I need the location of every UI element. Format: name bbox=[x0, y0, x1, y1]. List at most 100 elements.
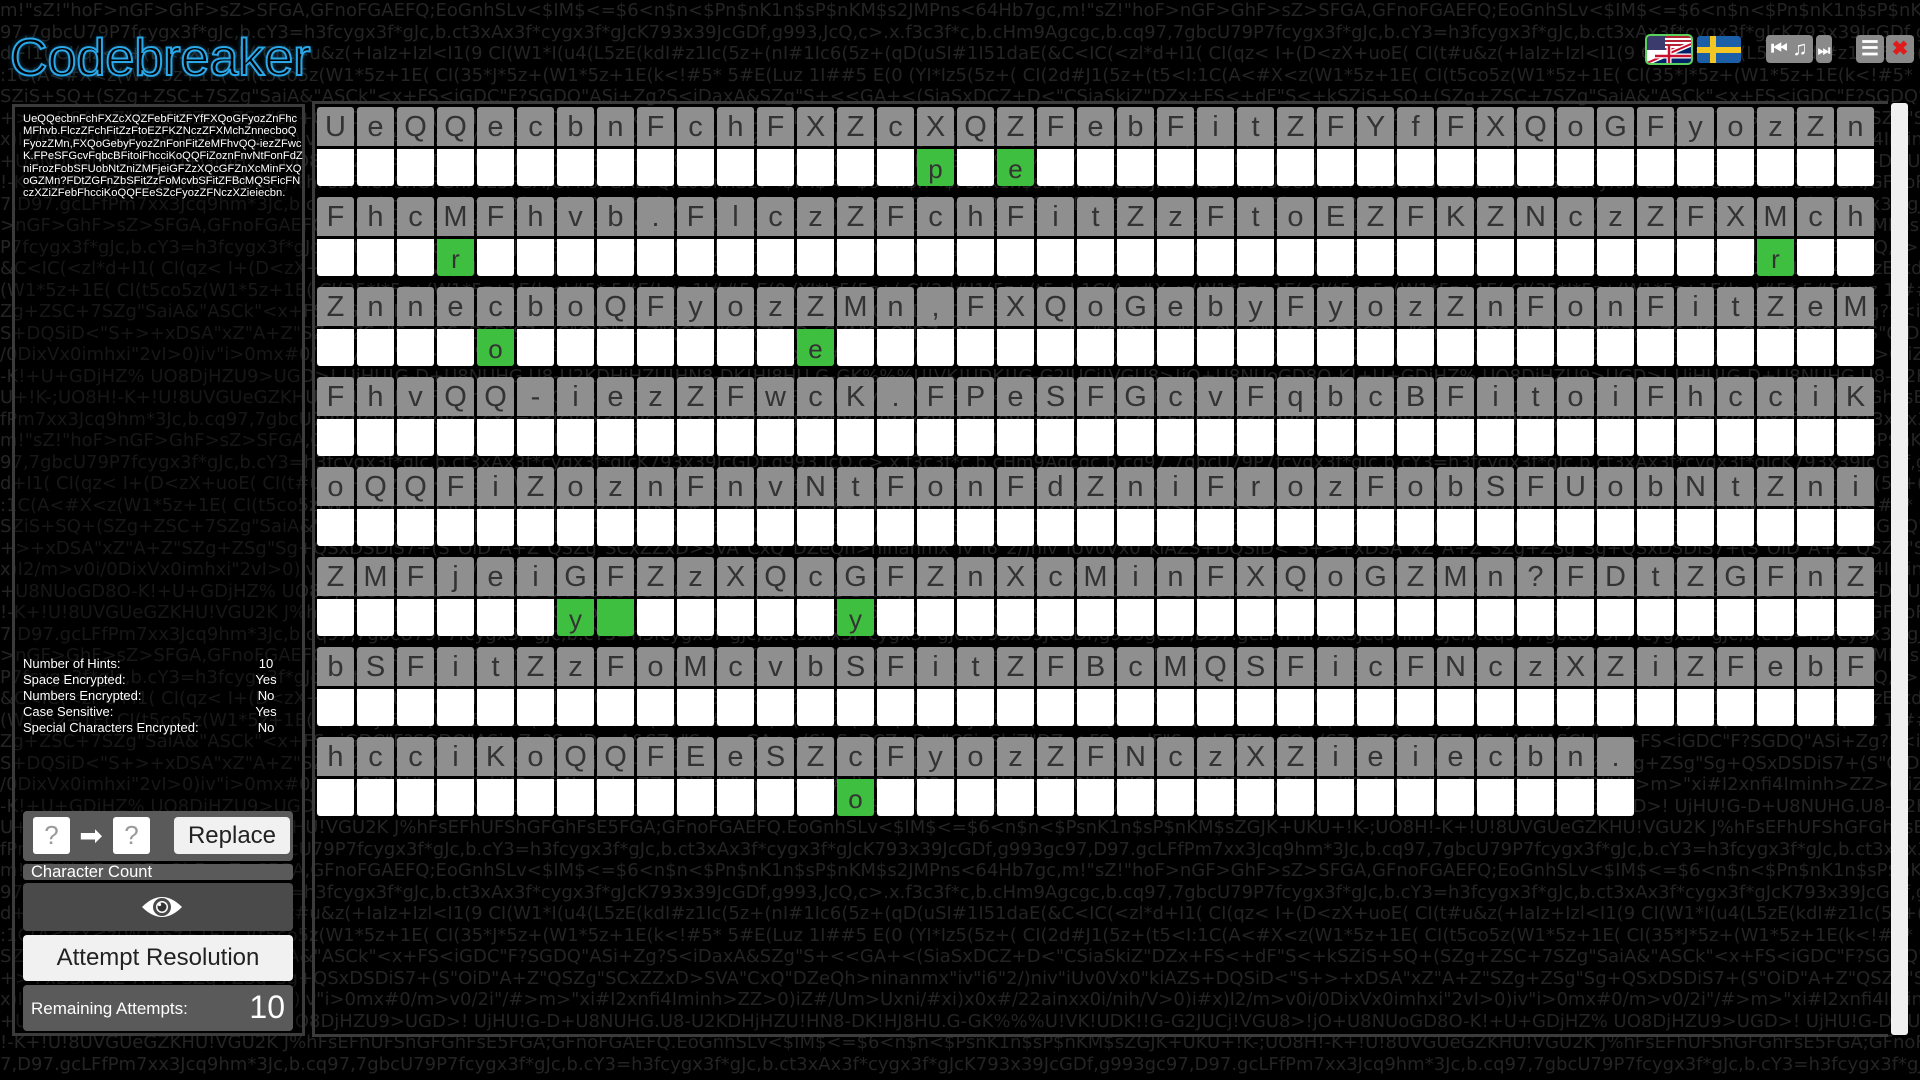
cipher-cell[interactable]: N bbox=[1677, 467, 1714, 547]
decrypted-char-input[interactable] bbox=[1677, 599, 1714, 636]
decrypted-char-input[interactable] bbox=[557, 419, 594, 456]
encrypted-char[interactable]: G bbox=[837, 557, 874, 596]
decrypted-char-input[interactable] bbox=[677, 149, 714, 186]
cipher-cell[interactable]: Q bbox=[1517, 107, 1554, 187]
encrypted-char[interactable]: e bbox=[597, 377, 634, 416]
encrypted-char[interactable]: c bbox=[717, 647, 754, 686]
decrypted-char-input[interactable] bbox=[1837, 149, 1874, 186]
encrypted-char[interactable]: i bbox=[1797, 377, 1834, 416]
cipher-cell[interactable]: i bbox=[1037, 197, 1074, 277]
decrypted-char-input[interactable] bbox=[1597, 779, 1634, 816]
cipher-cell[interactable]: n bbox=[957, 467, 994, 547]
cipher-cell[interactable]: Z bbox=[317, 557, 354, 637]
cipher-cell[interactable]: Gy bbox=[837, 557, 874, 637]
encrypted-char[interactable]: F bbox=[1517, 287, 1554, 326]
decrypted-char-input[interactable] bbox=[757, 689, 794, 726]
decrypted-char-input[interactable] bbox=[1157, 779, 1194, 816]
cipher-cell[interactable]: o bbox=[557, 467, 594, 547]
decrypted-char-input[interactable] bbox=[1237, 599, 1274, 636]
decrypted-char-input[interactable] bbox=[1437, 689, 1474, 726]
encrypted-char[interactable]: F bbox=[1277, 287, 1314, 326]
encrypted-char[interactable]: F bbox=[1517, 467, 1554, 506]
hint-char[interactable]: o bbox=[837, 779, 874, 816]
encrypted-char[interactable]: Z bbox=[1637, 197, 1674, 236]
encrypted-char[interactable]: z bbox=[677, 557, 714, 596]
decrypted-char-input[interactable] bbox=[1637, 149, 1674, 186]
cipher-cell[interactable]: F bbox=[1437, 377, 1474, 457]
decrypted-char-input[interactable] bbox=[1437, 149, 1474, 186]
cipher-cell[interactable]: h bbox=[317, 737, 354, 817]
encrypted-char[interactable]: X bbox=[997, 287, 1034, 326]
cipher-cell[interactable]: o bbox=[1557, 107, 1594, 187]
encrypted-char[interactable]: F bbox=[1277, 647, 1314, 686]
cipher-cell[interactable]: i bbox=[1677, 287, 1714, 367]
encrypted-char[interactable]: S bbox=[1477, 467, 1514, 506]
cipher-cell[interactable]: q bbox=[1277, 377, 1314, 457]
encrypted-char[interactable]: F bbox=[637, 737, 674, 776]
encrypted-char[interactable]: F bbox=[1077, 377, 1114, 416]
encrypted-char[interactable]: F bbox=[1077, 737, 1114, 776]
cipher-cell[interactable]: n bbox=[1837, 107, 1874, 187]
decrypted-char-input[interactable] bbox=[1677, 419, 1714, 456]
decrypted-char-input[interactable] bbox=[1397, 419, 1434, 456]
cipher-cell[interactable]: c bbox=[397, 197, 434, 277]
decrypted-char-input[interactable] bbox=[1357, 599, 1394, 636]
decrypted-char-input[interactable] bbox=[637, 599, 674, 636]
encrypted-char[interactable]: q bbox=[1277, 377, 1314, 416]
encrypted-char[interactable]: c bbox=[1157, 737, 1194, 776]
encrypted-char[interactable]: c bbox=[917, 197, 954, 236]
encrypted-char[interactable]: X bbox=[1477, 107, 1514, 146]
decrypted-char-input[interactable] bbox=[1117, 599, 1154, 636]
decrypted-char-input[interactable] bbox=[1517, 599, 1554, 636]
decrypted-char-input[interactable] bbox=[1477, 149, 1514, 186]
decrypted-char-input[interactable] bbox=[1557, 599, 1594, 636]
cipher-cell[interactable]: e bbox=[477, 557, 514, 637]
encrypted-char[interactable]: F bbox=[1157, 107, 1194, 146]
encrypted-char[interactable]: c bbox=[677, 107, 714, 146]
encrypted-char[interactable]: n bbox=[1797, 467, 1834, 506]
decrypted-char-input[interactable] bbox=[1117, 419, 1154, 456]
encrypted-char[interactable]: n bbox=[597, 107, 634, 146]
cipher-cell[interactable]: Q bbox=[357, 467, 394, 547]
cipher-cell[interactable]: i bbox=[1397, 737, 1434, 817]
encrypted-char[interactable]: F bbox=[397, 647, 434, 686]
cipher-cell[interactable]: Q bbox=[397, 107, 434, 187]
cipher-cell[interactable]: Q bbox=[957, 107, 994, 187]
decrypted-char-input[interactable] bbox=[717, 239, 754, 276]
decrypted-char-input[interactable] bbox=[1677, 239, 1714, 276]
decrypted-char-input[interactable] bbox=[1237, 149, 1274, 186]
decrypted-char-input[interactable] bbox=[677, 779, 714, 816]
cipher-cell[interactable]: b bbox=[597, 197, 634, 277]
encrypted-char[interactable]: b bbox=[557, 107, 594, 146]
encrypted-char[interactable]: Z bbox=[1077, 467, 1114, 506]
encrypted-char[interactable]: i bbox=[917, 647, 954, 686]
encrypted-char[interactable]: K bbox=[477, 737, 514, 776]
cipher-cell[interactable]: co bbox=[837, 737, 874, 817]
hint-char[interactable]: y bbox=[837, 599, 874, 636]
cipher-cell[interactable]: c bbox=[357, 737, 394, 817]
encrypted-char[interactable]: M bbox=[1757, 197, 1794, 236]
decrypted-char-input[interactable] bbox=[1317, 239, 1354, 276]
encrypted-char[interactable]: z bbox=[1757, 107, 1794, 146]
cipher-cell[interactable]: v bbox=[397, 377, 434, 457]
cipher-cell[interactable]: n bbox=[357, 287, 394, 367]
decrypted-char-input[interactable] bbox=[1757, 419, 1794, 456]
decrypted-char-input[interactable] bbox=[1277, 329, 1314, 366]
encrypted-char[interactable]: n bbox=[1557, 737, 1594, 776]
encrypted-char[interactable]: F bbox=[1037, 107, 1074, 146]
encrypted-char[interactable]: t bbox=[1517, 377, 1554, 416]
cipher-cell[interactable]: c bbox=[1037, 557, 1074, 637]
encrypted-char[interactable]: F bbox=[1037, 647, 1074, 686]
cipher-cell[interactable]: F bbox=[1517, 287, 1554, 367]
encrypted-char[interactable]: n bbox=[1477, 557, 1514, 596]
decrypted-char-input[interactable] bbox=[637, 239, 674, 276]
encrypted-char[interactable]: t bbox=[1637, 557, 1674, 596]
encrypted-char[interactable]: i bbox=[557, 377, 594, 416]
decrypted-char-input[interactable] bbox=[317, 239, 354, 276]
cipher-cell[interactable]: e bbox=[1077, 107, 1114, 187]
encrypted-char[interactable]: v bbox=[757, 467, 794, 506]
decrypted-char-input[interactable] bbox=[1797, 149, 1834, 186]
encrypted-char[interactable]: y bbox=[1677, 107, 1714, 146]
cipher-cell[interactable]: Z bbox=[637, 557, 674, 637]
decrypted-char-input[interactable] bbox=[1677, 329, 1714, 366]
